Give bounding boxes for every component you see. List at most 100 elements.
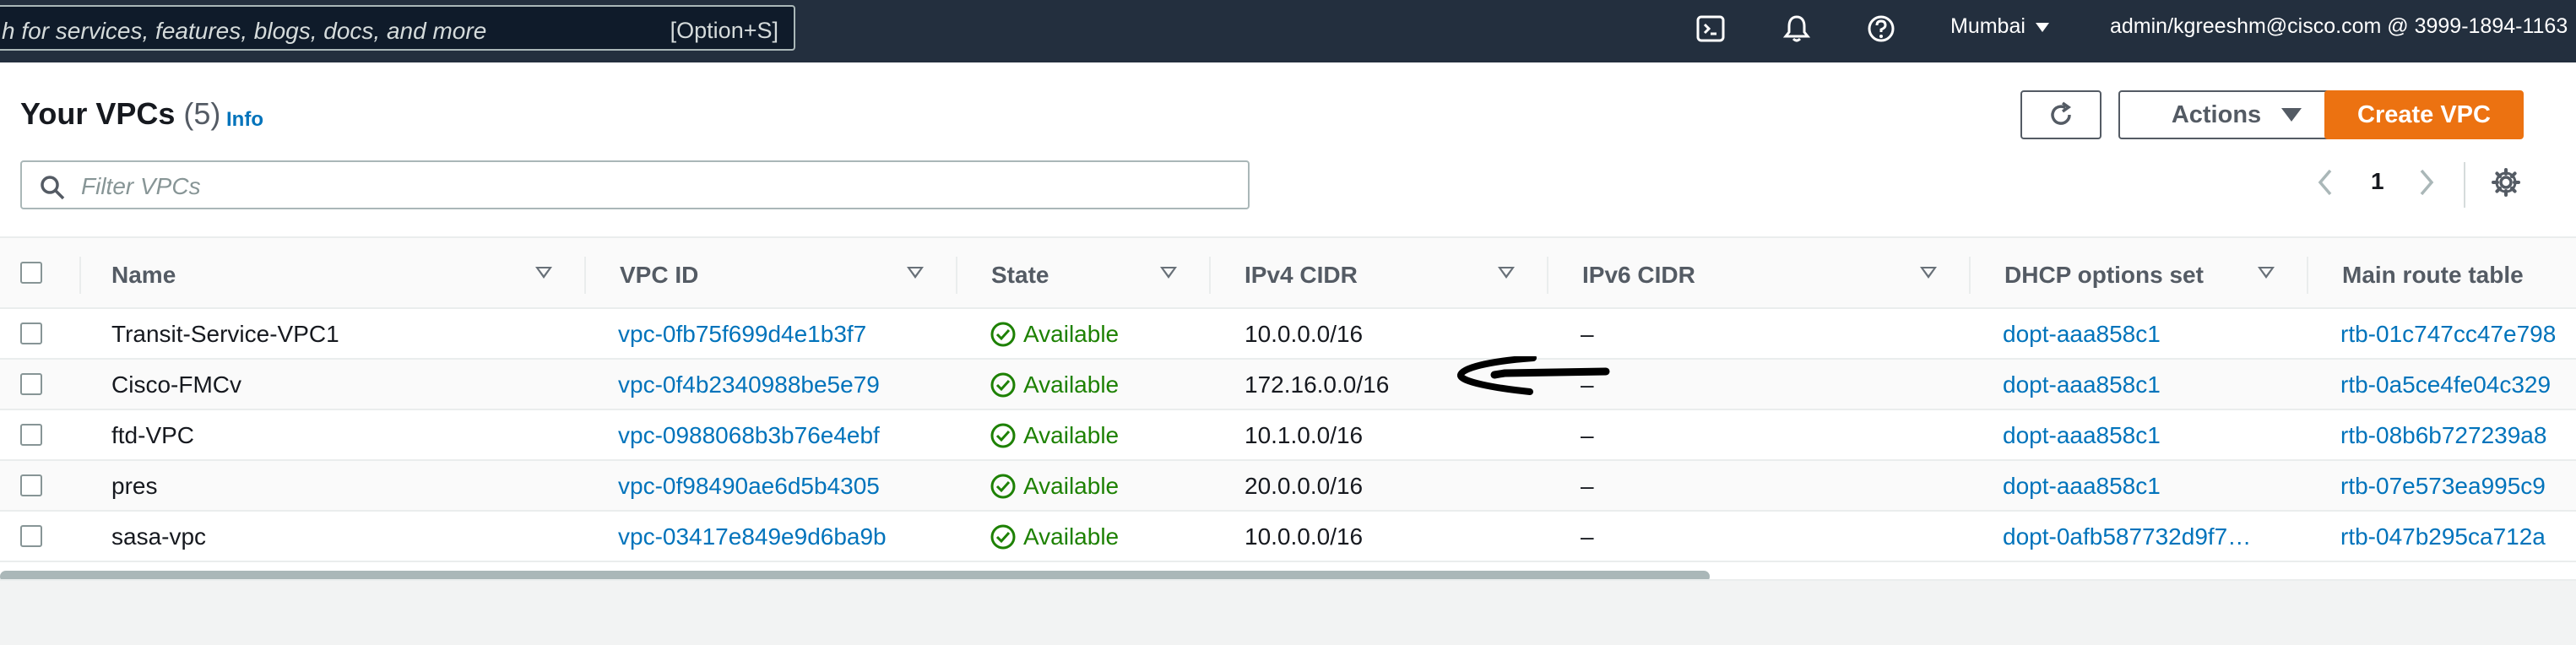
global-search-input[interactable]: h for services, features, blogs, docs, a… — [0, 5, 795, 51]
check-circle-icon — [990, 322, 1016, 347]
check-circle-icon — [990, 474, 1016, 499]
route-table-link[interactable]: rtb-07e573ea995c9 — [2340, 473, 2546, 500]
column-main-route-table[interactable]: Main route table — [2342, 262, 2524, 289]
column-name[interactable]: Name — [111, 262, 176, 289]
caret-down-icon — [2281, 108, 2302, 122]
state-badge: Available — [990, 422, 1119, 449]
sort-icon[interactable] — [907, 267, 924, 279]
table-row[interactable]: pres vpc-0f98490ae6d5b4305 Available 20.… — [0, 461, 2576, 512]
row-checkbox[interactable] — [20, 373, 42, 395]
create-vpc-button[interactable]: Create VPC — [2324, 90, 2524, 139]
ipv4-cidr: 172.16.0.0/16 — [1245, 371, 1390, 398]
filter-placeholder: Filter VPCs — [81, 173, 201, 199]
page-title: Your VPCs (5) — [20, 96, 220, 132]
table-row[interactable]: Cisco-FMCv vpc-0f4b2340988be5e79 Availab… — [0, 360, 2576, 410]
state-text: Available — [1023, 473, 1120, 499]
dhcp-options-link[interactable]: dopt-aaa858c1 — [2003, 473, 2161, 500]
ipv6-cidr: – — [1581, 473, 1594, 499]
state-badge: Available — [990, 371, 1119, 398]
filter-vpcs-input[interactable]: Filter VPCs — [20, 160, 1250, 209]
sort-icon[interactable] — [1920, 267, 1937, 279]
route-table-link[interactable]: rtb-08b6b727239a8 — [2340, 422, 2546, 449]
cloudshell-icon[interactable] — [1695, 14, 1726, 44]
check-circle-icon — [990, 524, 1016, 550]
vpc-name: sasa-vpc — [111, 523, 207, 550]
table-row[interactable]: ftd-VPC vpc-0988068b3b76e4ebf Available … — [0, 410, 2576, 461]
column-ipv4-cidr[interactable]: IPv4 CIDR — [1245, 262, 1358, 289]
region-selector[interactable]: Mumbai — [1950, 14, 2049, 39]
sort-icon[interactable] — [1498, 267, 1515, 279]
annotation-arrow-icon — [1457, 356, 1610, 395]
account-menu[interactable]: admin/kgreeshm@cisco.com @ 3999-1894-116… — [2110, 14, 2568, 39]
ipv6-cidr: – — [1581, 523, 1594, 550]
table-header: Name VPC ID State IPv4 CIDR IPv6 CIDR DH… — [0, 236, 2576, 309]
state-text: Available — [1023, 371, 1120, 398]
column-dhcp-options-set[interactable]: DHCP options set — [2004, 262, 2204, 289]
check-circle-icon — [990, 372, 1016, 398]
column-divider[interactable] — [584, 257, 586, 294]
state-text: Available — [1023, 321, 1120, 347]
info-link[interactable]: Info — [226, 108, 263, 132]
vpc-name: ftd-VPC — [111, 422, 195, 448]
column-divider[interactable] — [2307, 257, 2308, 294]
vpc-name: Cisco-FMCv — [111, 371, 241, 398]
vpc-id-link[interactable]: vpc-0f4b2340988be5e79 — [618, 371, 880, 398]
ipv4-cidr: 10.0.0.0/16 — [1245, 321, 1364, 347]
gear-icon[interactable] — [2491, 167, 2521, 198]
check-circle-icon — [990, 423, 1016, 448]
divider — [2464, 162, 2465, 208]
vpc-id-link[interactable]: vpc-03417e849e9d6ba9b — [618, 523, 887, 550]
current-page[interactable]: 1 — [2371, 168, 2384, 195]
vpc-count: (5) — [183, 96, 221, 131]
row-checkbox[interactable] — [20, 322, 42, 344]
column-divider[interactable] — [1209, 257, 1211, 294]
notifications-icon[interactable] — [1782, 14, 1812, 44]
ipv6-cidr: – — [1581, 422, 1594, 448]
vpc-id-link[interactable]: vpc-0988068b3b76e4ebf — [618, 422, 880, 449]
row-checkbox[interactable] — [20, 525, 42, 547]
row-checkbox[interactable] — [20, 474, 42, 496]
previous-page-icon[interactable] — [2313, 167, 2337, 198]
dhcp-options-link[interactable]: dopt-0afb587732d9f7… — [2003, 523, 2251, 550]
ipv4-cidr: 10.0.0.0/16 — [1245, 523, 1364, 550]
caret-down-icon — [2035, 22, 2049, 32]
vpc-id-link[interactable]: vpc-0f98490ae6d5b4305 — [618, 473, 880, 500]
actions-label: Actions — [2171, 100, 2262, 128]
column-divider — [79, 257, 81, 294]
column-vpc-id[interactable]: VPC ID — [620, 262, 698, 289]
state-text: Available — [1023, 422, 1120, 448]
sort-icon[interactable] — [1160, 267, 1177, 279]
dhcp-options-link[interactable]: dopt-aaa858c1 — [2003, 321, 2161, 348]
dhcp-options-link[interactable]: dopt-aaa858c1 — [2003, 422, 2161, 449]
route-table-link[interactable]: rtb-047b295ca712a — [2340, 523, 2546, 550]
route-table-link[interactable]: rtb-01c747cc47e798 — [2340, 321, 2556, 348]
vpc-name: pres — [111, 473, 158, 499]
state-text: Available — [1023, 523, 1120, 550]
column-divider[interactable] — [1969, 257, 1971, 294]
table-row[interactable]: sasa-vpc vpc-03417e849e9d6ba9b Available… — [0, 512, 2576, 562]
page-footer-area — [0, 579, 2576, 645]
column-divider[interactable] — [1547, 257, 1548, 294]
sort-icon[interactable] — [2258, 267, 2275, 279]
table-row[interactable]: Transit-Service-VPC1 vpc-0fb75f699d4e1b3… — [0, 309, 2576, 360]
dhcp-options-link[interactable]: dopt-aaa858c1 — [2003, 371, 2161, 398]
refresh-icon — [2051, 101, 2072, 125]
state-badge: Available — [990, 321, 1119, 348]
column-ipv6-cidr[interactable]: IPv6 CIDR — [1582, 262, 1695, 289]
state-badge: Available — [990, 523, 1119, 550]
ipv4-cidr: 10.1.0.0/16 — [1245, 422, 1364, 448]
refresh-button[interactable] — [2020, 90, 2101, 139]
help-icon[interactable] — [1866, 14, 1896, 44]
region-label: Mumbai — [1950, 14, 2026, 38]
route-table-link[interactable]: rtb-0a5ce4fe04c329 — [2340, 371, 2551, 398]
search-placeholder: h for services, features, blogs, docs, a… — [2, 18, 487, 44]
state-badge: Available — [990, 473, 1119, 500]
column-state[interactable]: State — [991, 262, 1049, 289]
select-all-checkbox[interactable] — [20, 262, 42, 284]
vpc-id-link[interactable]: vpc-0fb75f699d4e1b3f7 — [618, 321, 866, 348]
sort-icon[interactable] — [535, 267, 552, 279]
actions-dropdown[interactable]: Actions — [2118, 90, 2355, 139]
row-checkbox[interactable] — [20, 424, 42, 446]
column-divider[interactable] — [956, 257, 957, 294]
next-page-icon[interactable] — [2415, 167, 2438, 198]
